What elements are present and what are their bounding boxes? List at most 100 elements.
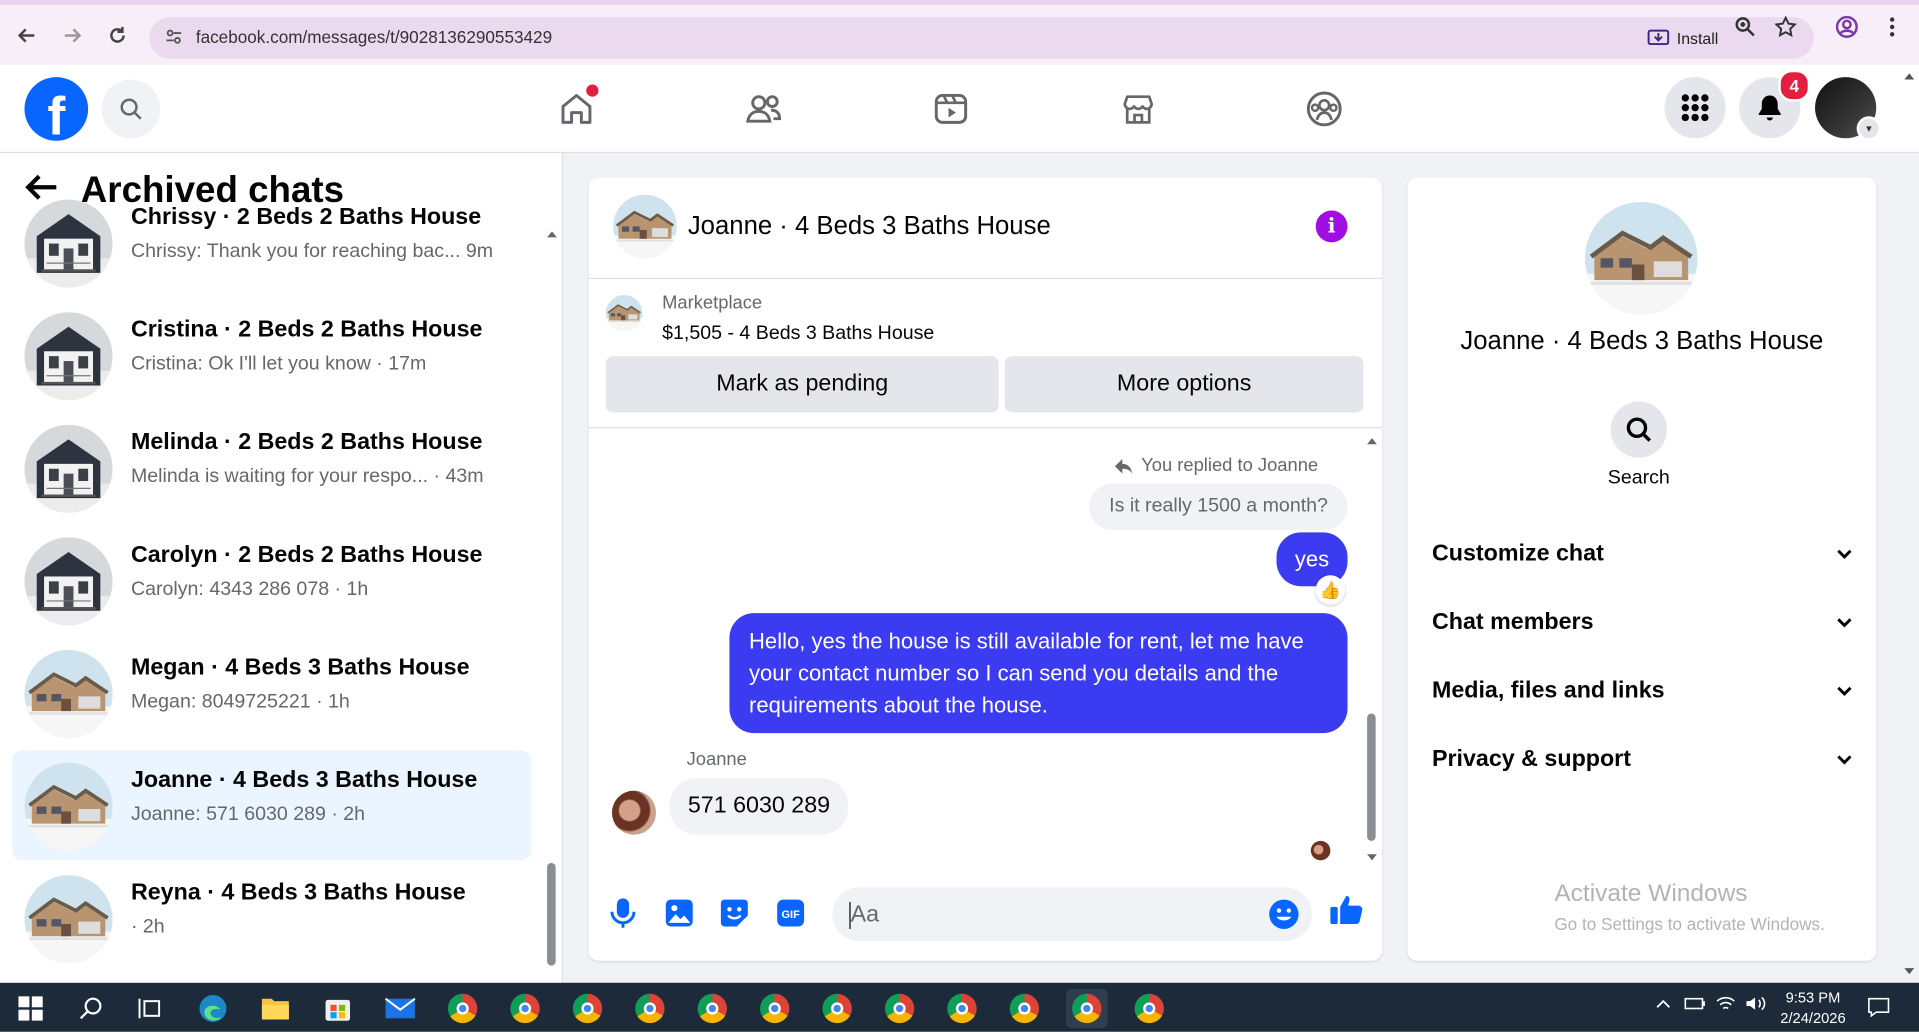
chat-name: Melinda · 2 Beds 2 Baths House: [130, 429, 483, 456]
seen-indicator-avatar: [1310, 840, 1331, 861]
friends-icon[interactable]: [737, 82, 791, 136]
chrome-icon[interactable]: [509, 993, 541, 1025]
microphone-icon[interactable]: [606, 896, 640, 930]
search-icon[interactable]: [1610, 401, 1667, 458]
photo-icon[interactable]: [662, 896, 696, 930]
chat-name: Carolyn · 2 Beds 2 Baths House: [130, 542, 483, 568]
groups-icon[interactable]: [1297, 82, 1351, 136]
chevron-down-icon[interactable]: [1836, 747, 1853, 774]
details-avatar[interactable]: [1584, 201, 1698, 315]
reply-note-text: You replied to Joanne: [1141, 455, 1319, 477]
thumbs-up-icon[interactable]: [1329, 892, 1363, 926]
address-bar[interactable]: facebook.com/messages/t/9028136290553429…: [149, 17, 1814, 59]
notification-center-icon[interactable]: [1868, 997, 1890, 1020]
reload-icon[interactable]: [102, 20, 134, 52]
chat-list-item[interactable]: Reyna · 4 Beds 3 Baths House · 2h: [12, 863, 531, 973]
chrome-icon[interactable]: [884, 993, 916, 1025]
chat-thumbnail: [24, 312, 113, 401]
menu-grid-icon[interactable]: [1664, 77, 1726, 139]
details-section-row[interactable]: Media, files and links: [1432, 667, 1853, 716]
chat-list-item[interactable]: Melinda · 2 Beds 2 Baths House Melinda is…: [12, 412, 531, 522]
edge-icon[interactable]: [197, 993, 229, 1025]
incoming-message[interactable]: 571 6030 289: [669, 778, 849, 835]
url-text[interactable]: facebook.com/messages/t/9028136290553429: [196, 27, 552, 47]
system-clock[interactable]: 9:53 PM 2/24/2026: [1780, 988, 1845, 1030]
home-icon[interactable]: [550, 82, 604, 136]
chat-name: Megan · 4 Beds 3 Baths House: [130, 654, 470, 681]
search-icon[interactable]: [75, 993, 107, 1025]
sidebar-scrollbar[interactable]: [546, 226, 558, 973]
chevron-down-icon[interactable]: [1836, 610, 1853, 637]
quoted-message[interactable]: Is it really 1500 a month?: [1089, 483, 1348, 530]
more-options-button[interactable]: More options: [1004, 356, 1364, 413]
file-explorer-icon[interactable]: [259, 993, 291, 1025]
chrome-icon[interactable]: [1071, 993, 1103, 1025]
chrome-icon[interactable]: [821, 993, 853, 1025]
chevron-down-icon[interactable]: ▾: [1856, 116, 1882, 141]
site-settings-icon[interactable]: [164, 27, 186, 49]
details-section-row[interactable]: Customize chat: [1432, 530, 1853, 579]
browser-menu-icon[interactable]: [1880, 15, 1904, 39]
chevron-up-icon[interactable]: [1655, 995, 1672, 1016]
chrome-icon[interactable]: [696, 993, 728, 1025]
chat-list-item[interactable]: Joanne · 4 Beds 3 Baths House Joanne: 571…: [12, 750, 532, 861]
details-section-row[interactable]: Chat members: [1432, 598, 1853, 647]
message-input[interactable]: Aa: [832, 887, 1313, 942]
gif-icon[interactable]: GIF: [774, 896, 808, 930]
thumbs-up-reaction-icon[interactable]: 👍: [1315, 575, 1346, 605]
profile-icon[interactable]: [1835, 15, 1859, 39]
chrome-icon[interactable]: [1008, 993, 1040, 1025]
conversation-title[interactable]: Joanne · 4 Beds 3 Baths House: [688, 212, 1051, 241]
listing-thumbnail[interactable]: [605, 294, 643, 332]
chat-thumbnail: [24, 537, 113, 626]
mail-icon[interactable]: [384, 993, 416, 1025]
forward-icon[interactable]: [56, 20, 88, 52]
listing-price-title[interactable]: $1,505 - 4 Beds 3 Baths House: [662, 323, 934, 345]
conversation-avatar[interactable]: [613, 194, 677, 259]
search-icon[interactable]: [101, 79, 161, 139]
marketplace-listing: Marketplace $1,505 - 4 Beds 3 Baths Hous…: [588, 278, 1382, 429]
chevron-down-icon[interactable]: [1836, 678, 1853, 705]
details-section-row[interactable]: Privacy & support: [1432, 736, 1853, 785]
chrome-icon[interactable]: [759, 993, 791, 1025]
facebook-logo[interactable]: f: [24, 77, 89, 141]
chrome-icon[interactable]: [447, 993, 479, 1025]
volume-icon[interactable]: [1745, 995, 1767, 1016]
windows-start-icon[interactable]: [15, 993, 47, 1025]
sticker-icon[interactable]: [717, 896, 751, 930]
info-icon[interactable]: i: [1315, 210, 1348, 243]
chrome-icon[interactable]: [634, 993, 666, 1025]
page-scrollbar[interactable]: [1899, 65, 1919, 983]
chrome-icon[interactable]: [1133, 993, 1165, 1025]
chrome-icon[interactable]: [572, 993, 604, 1025]
chat-list-item[interactable]: Chrissy · 2 Beds 2 Baths House Chrissy: T…: [12, 187, 531, 297]
chevron-down-icon[interactable]: [1836, 541, 1853, 568]
sender-name: Joanne: [686, 749, 747, 770]
back-icon[interactable]: [11, 20, 43, 52]
details-section-label: Customize chat: [1431, 540, 1604, 567]
task-view-icon[interactable]: [135, 993, 167, 1025]
account-avatar[interactable]: ▾: [1815, 77, 1882, 141]
chat-list-item[interactable]: Cristina · 2 Beds 2 Baths House Cristina:…: [12, 300, 531, 410]
battery-icon[interactable]: [1684, 995, 1706, 1016]
store-icon[interactable]: [322, 993, 354, 1025]
chrome-icon[interactable]: [946, 993, 978, 1025]
bookmark-star-icon[interactable]: [1773, 15, 1797, 39]
install-button[interactable]: Install: [1640, 24, 1726, 51]
emoji-icon[interactable]: [1268, 898, 1300, 936]
video-icon[interactable]: [924, 82, 978, 136]
chat-list-item[interactable]: Megan · 4 Beds 3 Baths House Megan: 80497…: [12, 638, 531, 748]
zoom-icon[interactable]: [1733, 15, 1757, 39]
sender-avatar[interactable]: [611, 790, 657, 835]
notifications-button[interactable]: 4: [1739, 69, 1811, 139]
facebook-header: f 4 ▾: [0, 64, 1919, 153]
chat-preview: · 2h: [130, 916, 165, 938]
wifi-icon[interactable]: [1716, 995, 1736, 1016]
outgoing-message[interactable]: Hello, yes the house is still available …: [729, 613, 1348, 734]
logo-letter: f: [47, 86, 66, 141]
marketplace-icon[interactable]: [1111, 82, 1165, 136]
chat-list-item[interactable]: Carolyn · 2 Beds 2 Baths House Carolyn: 4…: [12, 525, 531, 635]
sidebar-scroll-thumb[interactable]: [547, 862, 556, 966]
conversation-scroll-thumb[interactable]: [1367, 713, 1376, 841]
mark-as-pending-button[interactable]: Mark as pending: [605, 356, 999, 413]
